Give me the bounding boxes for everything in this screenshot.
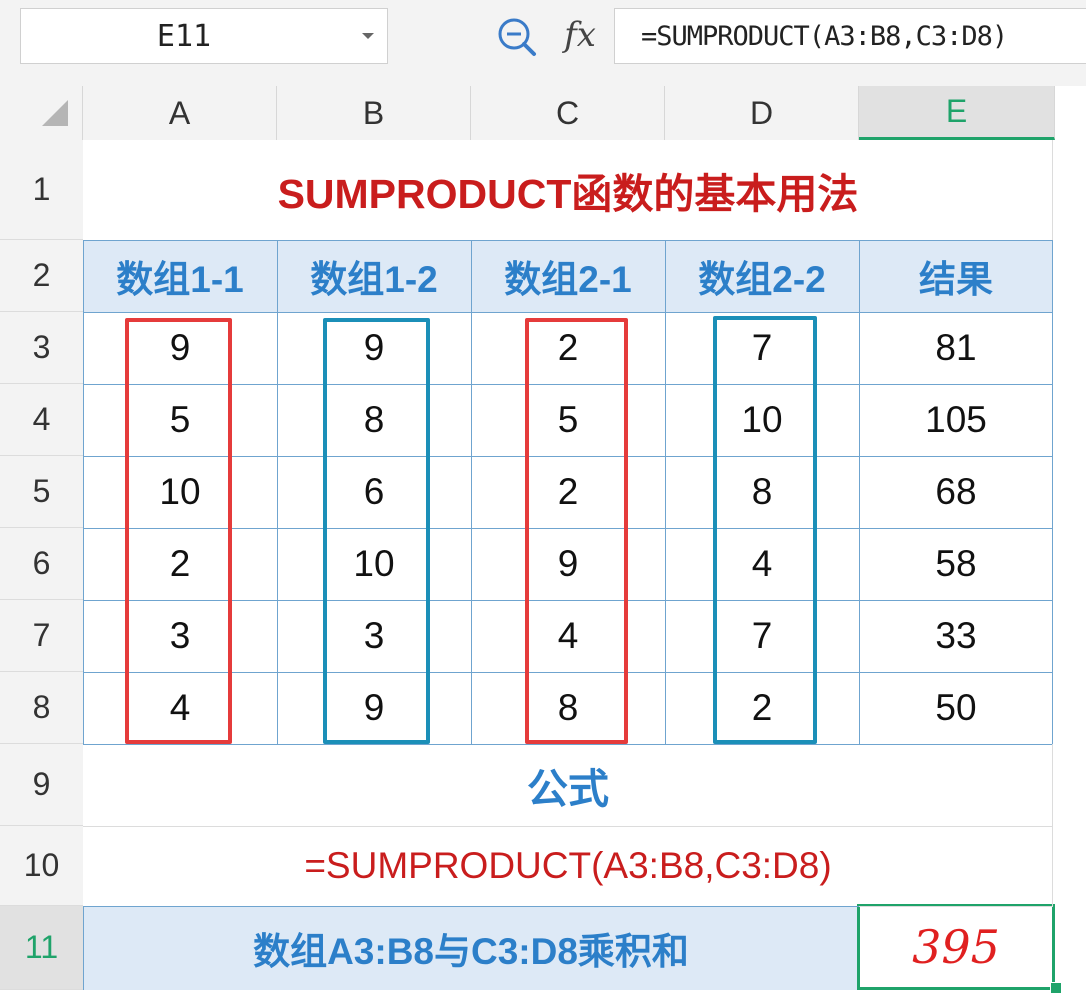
function-icon[interactable]: fx <box>552 10 608 60</box>
grid-line-v <box>1052 744 1053 906</box>
grid-line-h <box>83 744 1053 745</box>
row-header-3[interactable]: 3 <box>0 312 83 384</box>
sheet-title[interactable]: SUMPRODUCT函数的基本用法 <box>83 140 1053 240</box>
grid-line-h <box>83 312 1053 313</box>
row-header-7[interactable]: 7 <box>0 600 83 672</box>
highlight-box-array1-col2 <box>323 318 430 744</box>
highlight-box-array1-col1 <box>125 318 232 744</box>
column-header-b[interactable]: B <box>277 86 471 140</box>
grid-line-h <box>83 240 1053 241</box>
zoom-out-icon[interactable] <box>494 14 540 60</box>
highlight-box-array2-col1 <box>525 318 628 744</box>
row-header-2[interactable]: 2 <box>0 240 83 312</box>
cell-e8[interactable]: 50 <box>859 672 1053 744</box>
column-header-c[interactable]: C <box>471 86 665 140</box>
grid-line-v <box>471 240 472 744</box>
cell-e3[interactable]: 81 <box>859 312 1053 384</box>
header-cell-c2[interactable]: 数组2-1 <box>471 240 665 312</box>
select-all-corner[interactable] <box>0 86 83 140</box>
summary-label-cell[interactable]: 数组A3:B8与C3:D8乘积和 <box>83 906 859 990</box>
summary-result-cell[interactable]: 395 <box>857 904 1055 990</box>
grid-line-v <box>1052 140 1053 240</box>
cell-e4[interactable]: 105 <box>859 384 1053 456</box>
cell-e6[interactable]: 58 <box>859 528 1053 600</box>
grid-line-v <box>1052 240 1053 744</box>
row-header-6[interactable]: 6 <box>0 528 83 600</box>
formula-label-cell[interactable]: 公式 <box>83 744 1053 826</box>
header-cell-d2[interactable]: 数组2-2 <box>665 240 859 312</box>
formula-bar: E11 fx =SUMPRODUCT(A3:B8,C3:D8) <box>0 0 1086 86</box>
name-box[interactable]: E11 <box>20 8 388 64</box>
row-header-4[interactable]: 4 <box>0 384 83 456</box>
grid-line-v <box>277 240 278 744</box>
grid-line-v <box>83 906 84 990</box>
cell-e7[interactable]: 33 <box>859 600 1053 672</box>
column-header-a[interactable]: A <box>83 86 277 140</box>
grid-line-v <box>859 240 860 744</box>
header-cell-a2[interactable]: 数组1-1 <box>83 240 277 312</box>
cell-e5[interactable]: 68 <box>859 456 1053 528</box>
row-header-1[interactable]: 1 <box>0 140 83 240</box>
grid-line-h <box>83 906 859 907</box>
highlight-box-array2-col2 <box>713 316 817 744</box>
header-cell-b2[interactable]: 数组1-2 <box>277 240 471 312</box>
column-header-d[interactable]: D <box>665 86 859 140</box>
name-box-dropdown-icon[interactable] <box>357 9 379 63</box>
header-cell-e2[interactable]: 结果 <box>859 240 1053 312</box>
grid-line-h <box>83 826 1053 827</box>
grid-line-v <box>665 240 666 744</box>
fill-handle[interactable] <box>1050 982 1062 994</box>
grid-line-v <box>83 240 84 744</box>
row-header-9[interactable]: 9 <box>0 744 83 826</box>
formula-input[interactable]: =SUMPRODUCT(A3:B8,C3:D8) <box>614 8 1086 64</box>
name-box-value[interactable]: E11 <box>21 9 347 63</box>
row-header-11[interactable]: 11 <box>0 906 83 990</box>
sheet-grid: SUMPRODUCT函数的基本用法 数组1-1 数组1-2 数组2-1 数组2-2 结果 9… <box>83 140 1086 1004</box>
formula-text-cell[interactable]: =SUMPRODUCT(A3:B8,C3:D8) <box>83 826 1053 906</box>
row-header-8[interactable]: 8 <box>0 672 83 744</box>
column-header-e[interactable]: E <box>859 86 1055 140</box>
row-header-10[interactable]: 10 <box>0 826 83 906</box>
row-header-5[interactable]: 5 <box>0 456 83 528</box>
